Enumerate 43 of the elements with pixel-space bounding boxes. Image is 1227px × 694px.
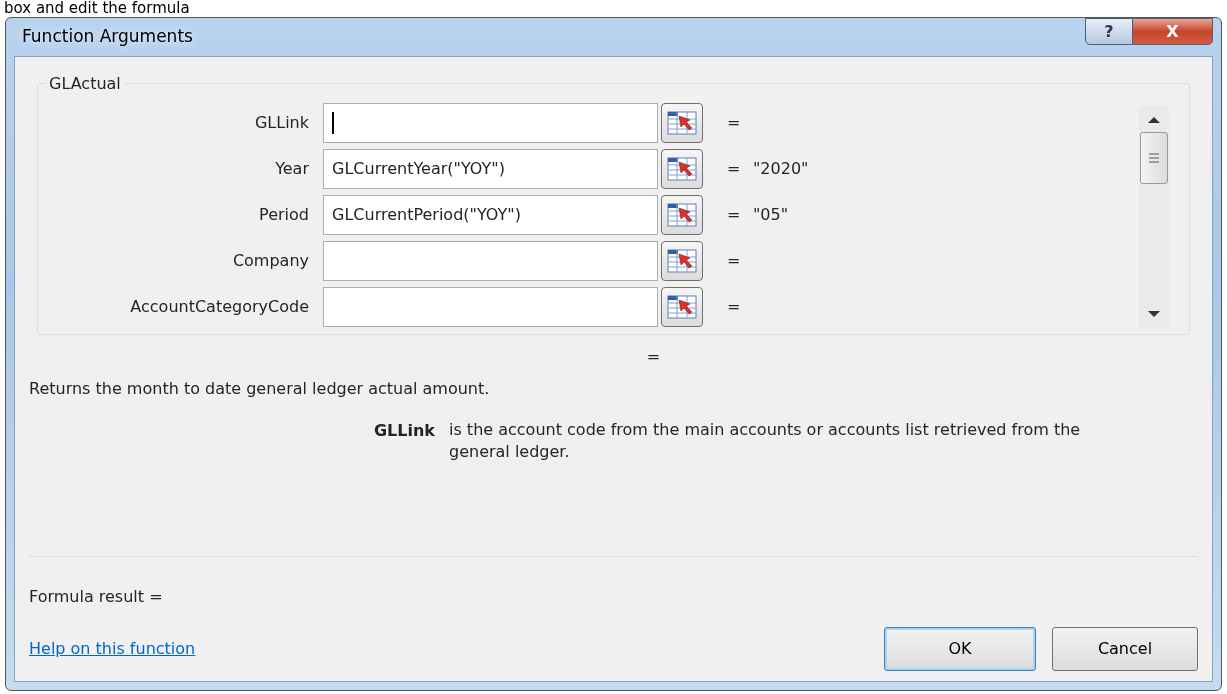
input-field[interactable]: GLCurrentYear("YOY") [323,149,658,189]
argument-label: Period [258,204,310,226]
ok-button[interactable]: OK [884,627,1036,671]
scrollbar-thumb[interactable] [1140,132,1168,184]
collapse-dialog-button[interactable] [661,103,703,143]
input-field[interactable]: GLCurrentPeriod("YOY") [323,195,658,235]
equals-sign: = [727,158,742,180]
equals-sign: = [727,250,742,272]
argument-label: Year [274,158,310,180]
grid-arrow-icon [667,157,697,181]
argument-description: is the account code from the main accounts or accounts list retrieved from the general ledger. [449,419,1082,463]
scrollbar[interactable] [1139,106,1169,328]
input-field[interactable] [323,103,658,143]
input-field[interactable] [323,241,658,281]
argument-label: GLLink [253,112,310,134]
collapse-dialog-button[interactable] [661,287,703,327]
equals-sign: = [727,296,742,318]
grid-arrow-icon [667,203,697,227]
collapse-dialog-button[interactable] [661,149,703,189]
page-caption: box and edit the formula [3,0,191,16]
close-button[interactable]: X [1133,18,1213,45]
grid-arrow-icon [667,111,697,135]
down-arrow-icon[interactable] [1147,310,1161,318]
equals-sign: = [727,204,742,226]
up-arrow-icon[interactable] [1147,116,1161,124]
argument-result: "2020" [753,158,809,180]
argument-label: Company [231,250,310,272]
collapse-dialog-button[interactable] [661,195,703,235]
cancel-button[interactable]: Cancel [1052,627,1198,671]
collapse-dialog-button[interactable] [661,241,703,281]
help-link[interactable]: Help on this function [29,637,196,661]
window-title: Function Arguments [21,25,193,49]
function-description: Returns the month to date general ledger actual amount. [29,378,491,400]
function-result: = [645,346,662,368]
grid-arrow-icon [667,249,697,273]
formula-result: Formula result = [29,586,164,608]
input-field[interactable] [323,287,658,327]
help-button[interactable]: ? [1085,18,1133,45]
argument-label: AccountCategoryCode [129,296,310,318]
argument-name: GLLink [372,420,436,442]
grid-arrow-icon [667,295,697,319]
argument-result: "05" [753,204,789,226]
equals-sign: = [727,112,742,134]
